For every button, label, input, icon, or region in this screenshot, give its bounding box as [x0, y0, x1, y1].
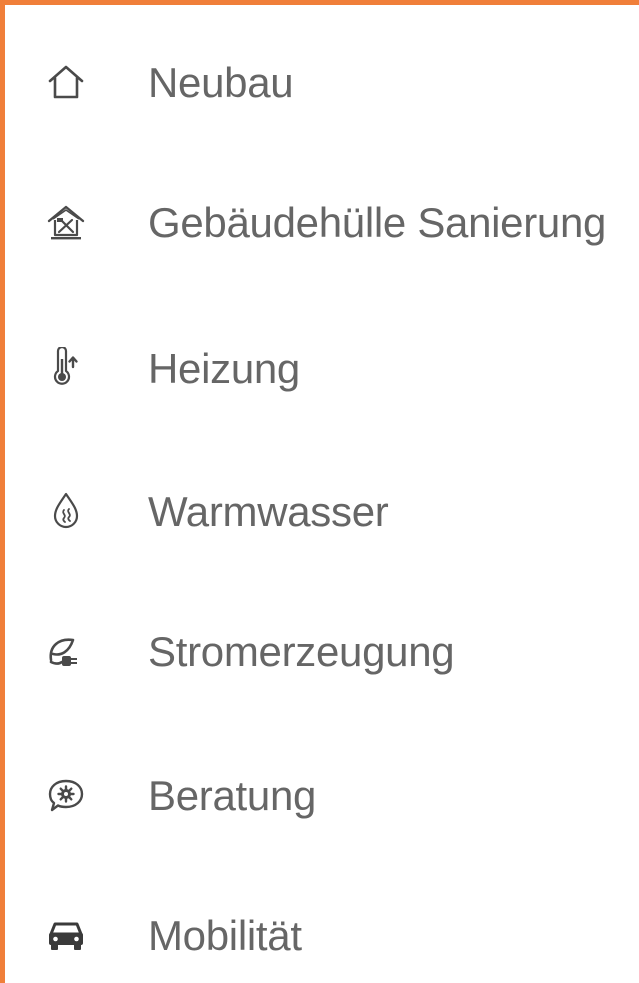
house-icon [45, 61, 87, 103]
thermometer-up-icon [45, 347, 87, 389]
nav-item-gebaeudehuelle-sanierung[interactable]: Gebäudehülle Sanierung [5, 183, 639, 263]
car-icon [45, 914, 87, 956]
nav-item-label: Heizung [148, 345, 300, 392]
nav-item-label: Neubau [148, 59, 294, 106]
speech-bubble-gear-icon [45, 774, 87, 816]
nav-item-label: Gebäudehülle Sanierung [148, 199, 607, 246]
nav-item-heizung[interactable]: Heizung [5, 329, 639, 409]
nav-item-mobilitaet[interactable]: Mobilität [5, 896, 639, 976]
nav-item-label: Warmwasser [148, 488, 389, 535]
nav-item-warmwasser[interactable]: Warmwasser [5, 472, 639, 552]
nav-item-beratung[interactable]: Beratung [5, 756, 639, 836]
nav-item-stromerzeugung[interactable]: Stromerzeugung [5, 612, 639, 692]
nav-item-label: Beratung [148, 772, 317, 819]
nav-item-label: Stromerzeugung [148, 628, 455, 675]
side-navigation-panel: Neubau Gebäudehülle Sanierung Heizung Wa… [0, 0, 639, 983]
house-renovation-tools-icon [45, 201, 87, 243]
nav-item-label: Mobilität [148, 912, 302, 959]
water-drop-steam-icon [45, 490, 87, 532]
nav-item-neubau[interactable]: Neubau [5, 43, 639, 123]
leaf-plug-icon [45, 630, 87, 672]
